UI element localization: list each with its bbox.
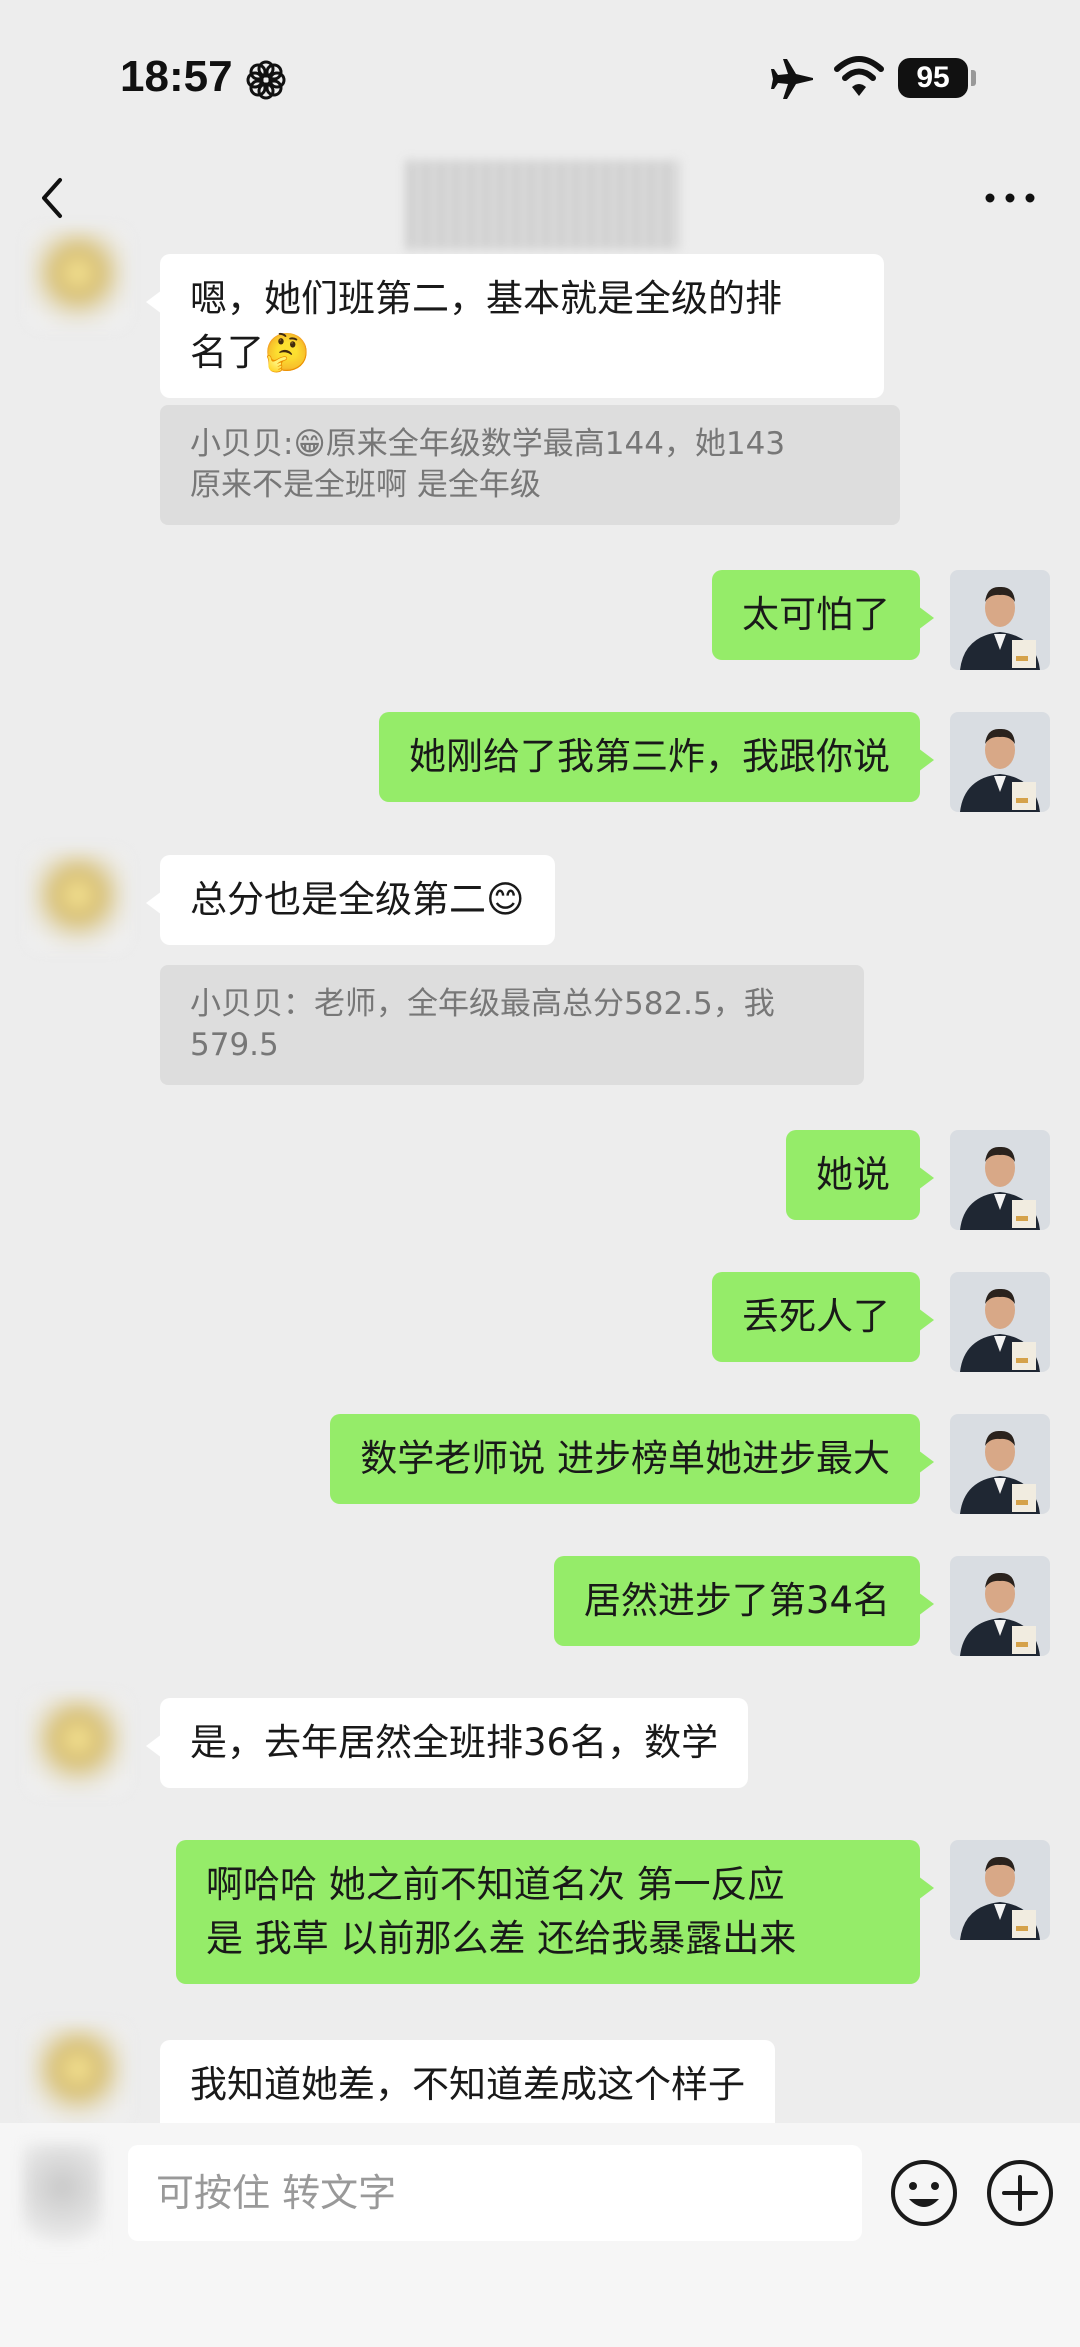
contact-avatar[interactable] <box>28 2024 128 2124</box>
my-avatar[interactable] <box>950 1556 1050 1656</box>
person-avatar-icon <box>950 1840 1050 1940</box>
message-outgoing[interactable]: 数学老师说 进步榜单她进步最大 <box>330 1414 934 1504</box>
my-avatar[interactable] <box>950 1840 1050 1940</box>
message-text: 我知道她差，不知道差成这个样子 <box>190 2063 745 2106</box>
hold-to-talk-input[interactable]: 可按住 转文字 <box>128 2145 862 2241</box>
message-text: 数学老师说 进步榜单她进步最大 <box>360 1437 890 1480</box>
message-outgoing[interactable]: 她说 <box>786 1130 934 1220</box>
person-avatar-icon <box>950 570 1050 670</box>
message-text: 她说 <box>816 1153 890 1196</box>
quoted-message[interactable]: 小贝贝：老师，全年级最高总分582.5，我 579.5 <box>160 965 864 1085</box>
status-bar: 18:57 95 <box>0 0 1080 150</box>
battery-tip <box>971 70 976 86</box>
quote-text: 579.5 <box>190 1027 279 1063</box>
message-incoming[interactable]: 嗯，她们班第二，基本就是全级的排 名了🤔 <box>146 254 884 398</box>
person-avatar-icon <box>950 1556 1050 1656</box>
more-dots-icon[interactable] <box>980 178 1040 218</box>
flower-icon <box>246 60 286 100</box>
message-incoming[interactable]: 我知道她差，不知道差成这个样子 <box>160 2040 775 2123</box>
message-outgoing[interactable]: 她刚给了我第三炸，我跟你说 <box>379 712 934 802</box>
voice-toggle-button[interactable] <box>22 2143 102 2253</box>
contact-avatar[interactable] <box>28 228 128 328</box>
airplane-icon <box>771 59 813 99</box>
plus-circle-icon[interactable] <box>984 2157 1056 2229</box>
wifi-icon <box>834 56 884 96</box>
message-outgoing[interactable]: 丢死人了 <box>712 1272 934 1362</box>
person-avatar-icon <box>950 1130 1050 1230</box>
message-incoming[interactable]: 是，去年居然全班排36名，数学 <box>145 1698 749 1788</box>
battery-indicator: 95 <box>898 58 968 98</box>
contact-avatar[interactable] <box>28 1694 128 1794</box>
message-text: 丢死人了 <box>742 1295 890 1338</box>
quote-text: 小贝贝:😁原来全年级数学最高144，她143 <box>190 426 786 462</box>
message-outgoing[interactable]: 太可怕了 <box>712 570 934 660</box>
my-avatar[interactable] <box>950 712 1050 812</box>
message-text: 是，去年居然全班排36名，数学 <box>190 1721 719 1764</box>
my-avatar[interactable] <box>950 570 1050 670</box>
person-avatar-icon <box>950 1414 1050 1514</box>
smiley-icon[interactable] <box>888 2157 960 2229</box>
message-text: 啊哈哈 她之前不知道名次 第一反应 <box>206 1863 785 1906</box>
message-outgoing[interactable]: 居然进步了第34名 <box>553 1556 935 1646</box>
quote-text: 原来不是全班啊 是全年级 <box>190 467 541 503</box>
chat-title: ████████ <box>405 160 680 250</box>
my-avatar[interactable] <box>950 1130 1050 1230</box>
my-avatar[interactable] <box>950 1272 1050 1372</box>
quote-text: 小贝贝：老师，全年级最高总分582.5，我 <box>190 986 775 1022</box>
message-outgoing[interactable]: 啊哈哈 她之前不知道名次 第一反应 是 我草 以前那么差 还给我暴露出来 <box>176 1840 934 1984</box>
person-avatar-icon <box>950 1272 1050 1372</box>
message-text: 名了🤔 <box>190 331 311 374</box>
message-incoming[interactable]: 总分也是全级第二😊 <box>146 855 555 945</box>
person-avatar-icon <box>950 712 1050 812</box>
message-text: 嗯，她们班第二，基本就是全级的排 <box>190 277 782 320</box>
chat-header: ████████ <box>0 150 1080 260</box>
contact-avatar[interactable] <box>28 850 128 950</box>
status-time: 18:57 <box>120 52 233 101</box>
message-text: 太可怕了 <box>742 593 890 636</box>
message-text: 总分也是全级第二😊 <box>190 878 525 921</box>
message-text: 居然进步了第34名 <box>583 1579 890 1622</box>
quoted-message[interactable]: 小贝贝:😁原来全年级数学最高144，她143 原来不是全班啊 是全年级 <box>160 405 900 525</box>
message-text: 是 我草 以前那么差 还给我暴露出来 <box>206 1917 797 1960</box>
input-bar: 可按住 转文字 <box>0 2123 1080 2347</box>
my-avatar[interactable] <box>950 1414 1050 1514</box>
chevron-left-icon[interactable] <box>30 168 74 228</box>
message-text: 她刚给了我第三炸，我跟你说 <box>409 735 890 778</box>
